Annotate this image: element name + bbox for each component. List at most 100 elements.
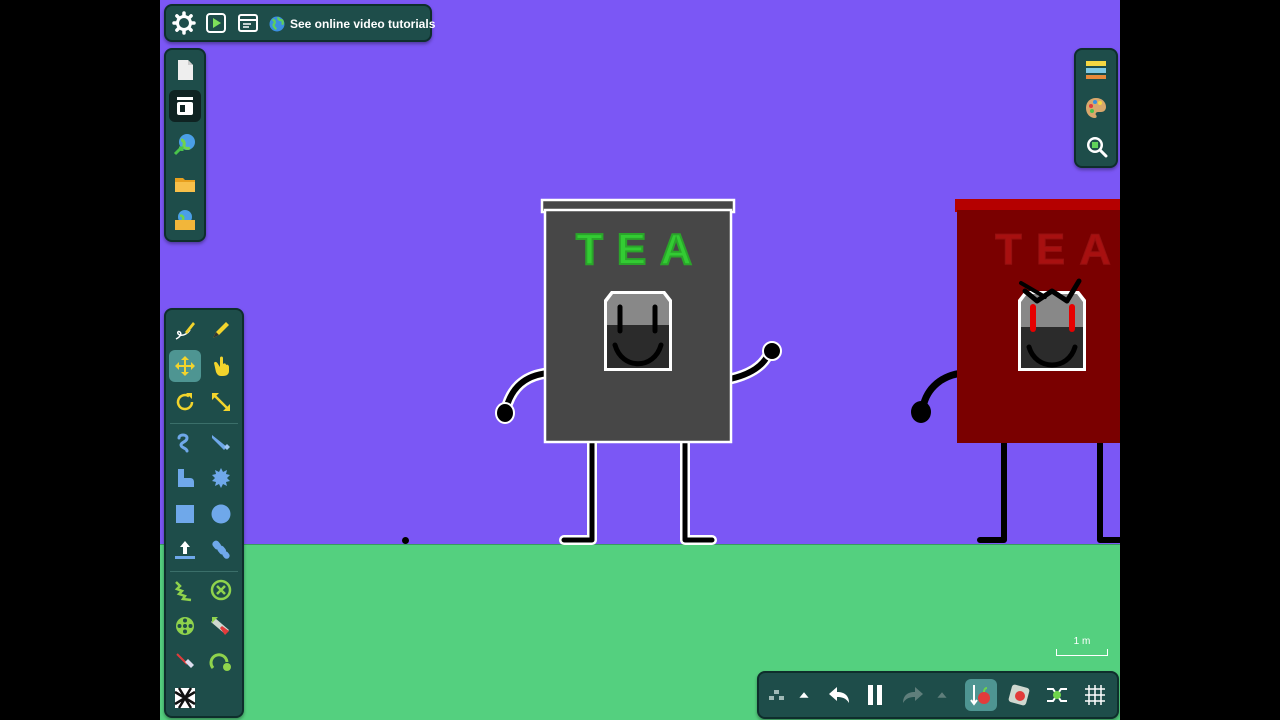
palette-icon <box>1086 98 1106 118</box>
zoom-button[interactable] <box>1080 130 1112 162</box>
tea-character-grey[interactable]: TEA <box>490 195 790 547</box>
knife-tool[interactable] <box>205 426 237 458</box>
knife-tool-icon <box>212 435 230 450</box>
texture-tool-icon <box>174 687 196 709</box>
tools-separator <box>170 571 238 572</box>
tea-label-red: TEA <box>995 225 1120 275</box>
laser-tool[interactable] <box>169 646 201 678</box>
tutorials-label: See online video tutorials <box>290 17 436 31</box>
browse-online-icon <box>173 134 195 156</box>
fixate-tool[interactable] <box>205 574 237 606</box>
circle-tool[interactable] <box>205 498 237 530</box>
transform-icon <box>1047 688 1067 702</box>
tools-separator <box>170 423 238 424</box>
gear-tool-icon <box>212 468 230 488</box>
options-button[interactable] <box>761 679 793 711</box>
scale-tool[interactable] <box>205 386 237 418</box>
open-online-folder-button[interactable] <box>169 204 201 236</box>
rotate-tool-icon <box>176 393 194 411</box>
brush-tool-icon <box>213 322 229 338</box>
air-friction-icon <box>1008 684 1030 706</box>
open-folder-icon <box>175 178 195 192</box>
grid-toggle[interactable] <box>1079 679 1111 711</box>
chevron-up-icon <box>937 692 947 698</box>
top-toolbar: See online video tutorials <box>164 4 435 42</box>
drag-tool[interactable] <box>205 350 237 382</box>
new-scene-icon <box>178 60 193 80</box>
plane-tool-icon <box>175 541 195 559</box>
tools-panel <box>164 308 244 718</box>
small-ball[interactable] <box>402 537 409 544</box>
transform-button[interactable] <box>1041 679 1073 711</box>
spring-tool[interactable] <box>169 426 201 458</box>
open-online-folder-icon <box>175 210 195 230</box>
plane-tool[interactable] <box>169 534 201 566</box>
open-folder-button[interactable] <box>169 168 201 200</box>
thruster-tool-icon <box>211 617 229 635</box>
scale-bar <box>1056 649 1108 656</box>
tea-label-grey: TEA <box>575 224 706 275</box>
grid-icon <box>1085 685 1105 705</box>
scene-menu-button[interactable] <box>169 90 201 122</box>
zigzag-spring-tool-icon <box>174 581 192 602</box>
polygon-tool-icon <box>178 469 194 487</box>
palette-button[interactable] <box>1080 92 1112 124</box>
drag-tool-icon <box>214 356 229 376</box>
axle-tool[interactable] <box>169 610 201 642</box>
air-friction-toggle[interactable] <box>1003 679 1035 711</box>
play-demo-icon <box>206 13 226 33</box>
redo-icon <box>903 687 923 703</box>
tracer-tool[interactable] <box>205 646 237 678</box>
layers-icon <box>1086 61 1106 79</box>
scene-canvas[interactable]: TEA TEA 1 m <box>160 0 1120 720</box>
axle-tool-icon <box>176 617 194 635</box>
scale-label: 1 m <box>1073 636 1091 647</box>
gear-tool[interactable] <box>205 462 237 494</box>
chain-tool[interactable] <box>205 534 237 566</box>
undo-button[interactable] <box>823 679 855 711</box>
rotate-tool[interactable] <box>169 386 201 418</box>
box-tool[interactable] <box>169 498 201 530</box>
move-tool[interactable] <box>169 350 201 382</box>
scale-indicator: 1 m <box>1056 636 1108 656</box>
demo-scenes-button[interactable] <box>200 7 232 39</box>
settings-button[interactable] <box>168 7 200 39</box>
chevron-up-icon <box>799 692 809 698</box>
tracer-tool-icon <box>209 653 231 671</box>
file-panel <box>164 48 206 242</box>
undo-history-button[interactable] <box>793 679 815 711</box>
scale-tool-icon <box>212 393 230 411</box>
move-tool-icon <box>175 356 195 376</box>
texture-tool[interactable] <box>169 682 201 714</box>
sketch-tool[interactable] <box>169 314 201 346</box>
gravity-toggle[interactable] <box>965 679 997 711</box>
pause-button[interactable] <box>859 679 891 711</box>
layers-button[interactable] <box>1080 54 1112 86</box>
settings-icon <box>172 11 196 35</box>
gravity-icon <box>970 685 990 706</box>
laser-tool-icon <box>176 653 194 668</box>
thruster-tool[interactable] <box>205 610 237 642</box>
sketch-tool-icon <box>175 322 195 340</box>
spring-zigzag-tool[interactable] <box>169 574 201 606</box>
fixate-tool-icon <box>210 579 232 601</box>
zoom-icon <box>1087 137 1108 158</box>
spring-tool-icon <box>177 433 189 453</box>
simulation-toolbar <box>757 671 1119 719</box>
window-icon <box>238 14 258 32</box>
pause-icon <box>868 685 882 705</box>
redo-history-button[interactable] <box>931 679 953 711</box>
polygon-tool[interactable] <box>169 462 201 494</box>
tea-character-red[interactable]: TEA <box>905 195 1120 547</box>
undo-icon <box>829 687 849 703</box>
globe-icon <box>269 16 285 32</box>
scene-menu-icon <box>177 97 193 115</box>
redo-button[interactable] <box>897 679 929 711</box>
new-scene-button[interactable] <box>169 54 201 86</box>
browse-online-button[interactable] <box>169 128 201 160</box>
options-icon <box>769 690 784 700</box>
brush-tool[interactable] <box>205 314 237 346</box>
tutorials-link[interactable]: See online video tutorials <box>268 12 435 36</box>
box-tool-icon <box>176 505 194 523</box>
window-button[interactable] <box>232 7 264 39</box>
